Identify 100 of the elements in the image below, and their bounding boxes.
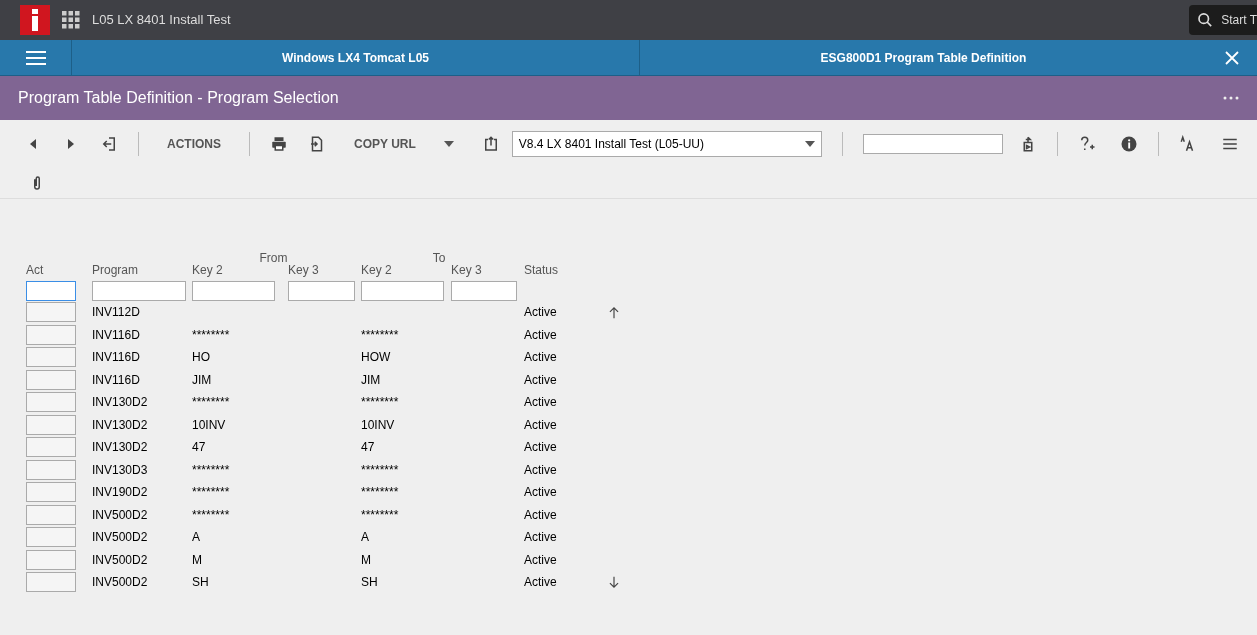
- app-grid-icon[interactable]: [62, 11, 80, 29]
- filter-field[interactable]: [288, 281, 355, 301]
- act-field[interactable]: [26, 392, 76, 413]
- input-field[interactable]: [862, 134, 1003, 154]
- logo-icon[interactable]: [20, 5, 50, 35]
- table-cell-text: INV130D2: [92, 416, 149, 434]
- app-title: L05 LX 8401 Install Test: [92, 11, 231, 30]
- table-cell-text: Active: [524, 416, 557, 434]
- table-cell-text: Active: [524, 439, 557, 457]
- column-header: Key 2: [192, 262, 224, 279]
- table-cell: M: [192, 552, 202, 567]
- table-cell-text: INV130D2: [92, 394, 149, 412]
- table-cell: ********: [361, 485, 399, 500]
- table-cell-text: INV500D2: [92, 506, 149, 524]
- column-header: Key 2: [361, 262, 393, 279]
- search-icon: [1197, 11, 1214, 29]
- table-cell: ********: [192, 462, 230, 477]
- page-title: Program Table Definition - Program Selection: [18, 88, 339, 108]
- table-cell-text: Active: [524, 349, 557, 367]
- act-field[interactable]: [26, 324, 76, 345]
- act-field[interactable]: [26, 459, 76, 480]
- search-button[interactable]: Start T: [1189, 5, 1257, 35]
- act-field[interactable]: [26, 437, 76, 458]
- table-cell: SH: [361, 575, 378, 590]
- act-field[interactable]: [26, 302, 76, 323]
- filter-field[interactable]: [361, 281, 444, 301]
- print-button[interactable]: [270, 135, 288, 153]
- table-cell: ********: [361, 507, 399, 522]
- act-field[interactable]: [26, 527, 76, 548]
- column-header: Program: [92, 262, 139, 279]
- environment-select[interactable]: V8.4 LX 8401 Install Test (L05-UU): [511, 131, 822, 157]
- table-cell: 47: [361, 440, 375, 455]
- tab[interactable]: ESG800D1 Program Table Definition: [639, 40, 1207, 75]
- table-cell: ********: [192, 507, 230, 522]
- back-button[interactable]: [28, 138, 38, 150]
- table-cell-text: Active: [524, 461, 557, 479]
- table-cell-text: INV130D3: [92, 461, 149, 479]
- table-cell-text: Active: [524, 506, 557, 524]
- column-header: Key 3: [451, 262, 483, 279]
- exit-button[interactable]: [100, 135, 118, 153]
- table-cell: HO: [192, 350, 210, 365]
- caret-icon: [443, 141, 454, 147]
- act-field[interactable]: [26, 369, 76, 390]
- filter-field[interactable]: [92, 281, 186, 301]
- act-field[interactable]: [26, 572, 76, 593]
- info-button[interactable]: [1119, 135, 1138, 153]
- table-cell-text: INV500D2: [92, 551, 149, 569]
- forward-button[interactable]: [66, 138, 76, 150]
- column-header: Status: [524, 262, 559, 279]
- table-cell: 47: [192, 440, 206, 455]
- filter-field[interactable]: [26, 281, 76, 301]
- act-field[interactable]: [26, 482, 76, 503]
- table-cell-text: INV500D2: [92, 529, 149, 547]
- act-field[interactable]: [26, 414, 76, 435]
- group-header: From: [259, 250, 288, 263]
- table-cell: A: [192, 530, 200, 545]
- filter-field[interactable]: [192, 281, 275, 301]
- column-header: Key 3: [288, 262, 320, 279]
- group-header: To: [432, 250, 446, 263]
- table-cell-text: INV116D: [92, 371, 141, 389]
- back-icon: [28, 138, 38, 150]
- table-cell-text: INV112D: [92, 304, 141, 322]
- table-cell: JIM: [361, 372, 381, 387]
- copy-url-button[interactable]: COPY URL: [338, 135, 432, 153]
- table-cell-text: Active: [524, 551, 557, 569]
- act-field[interactable]: [26, 504, 76, 525]
- table-cell-text: INV500D2: [92, 574, 149, 592]
- filter-field[interactable]: [451, 281, 517, 301]
- act-field[interactable]: [26, 549, 76, 570]
- info-icon: [1119, 135, 1138, 153]
- table-cell: ********: [361, 327, 399, 342]
- close-icon: [1225, 50, 1239, 65]
- table-cell: 10INV: [192, 417, 226, 432]
- table-cell-text: Active: [524, 394, 557, 412]
- tab[interactable]: Windows LX4 Tomcat L05: [72, 40, 639, 75]
- table-cell-text: Active: [524, 326, 557, 344]
- menu-icon: [24, 49, 47, 66]
- table-cell: 10INV: [361, 417, 395, 432]
- table-cell: ********: [192, 327, 230, 342]
- table-cell: SH: [192, 575, 209, 590]
- caret-icon: [804, 141, 815, 147]
- column-header: Act: [26, 262, 45, 279]
- table-cell-text: Active: [524, 371, 557, 389]
- table-cell-text: INV116D: [92, 326, 141, 344]
- table-cell-text: INV130D2: [92, 439, 149, 457]
- table-cell: A: [361, 530, 369, 545]
- table-cell: HOW: [361, 350, 391, 365]
- more-icon: [1223, 96, 1239, 100]
- actions-button[interactable]: ACTIONS: [159, 135, 229, 153]
- table-cell-text: Active: [524, 304, 557, 322]
- forward-icon: [66, 138, 76, 150]
- table-cell-text: INV116D: [92, 349, 141, 367]
- table-cell: ********: [361, 462, 399, 477]
- dropdown-button[interactable]: [443, 141, 454, 147]
- exit-icon: [100, 135, 118, 153]
- more-button[interactable]: [1223, 96, 1239, 100]
- act-field[interactable]: [26, 347, 76, 368]
- table-cell-text: Active: [524, 529, 557, 547]
- table-cell: M: [361, 552, 371, 567]
- table-cell: JIM: [192, 372, 212, 387]
